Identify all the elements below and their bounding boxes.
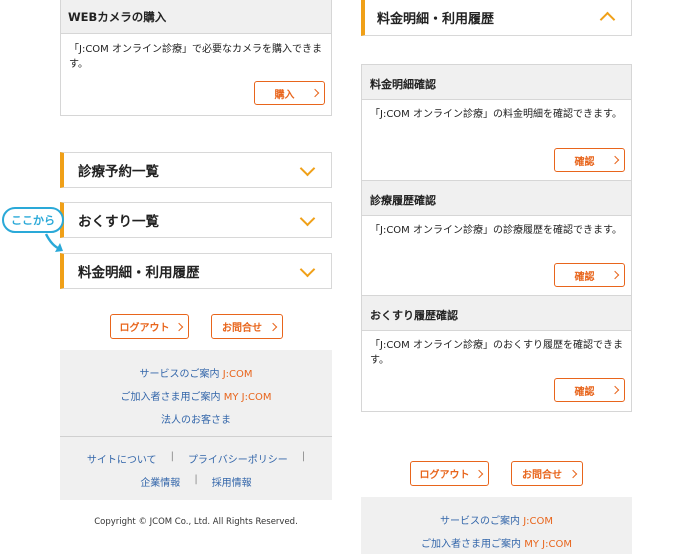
- accordion-appointment-list[interactable]: 診療予約一覧: [60, 152, 332, 188]
- contact-button[interactable]: お問合せ: [211, 314, 283, 339]
- section-title: 料金明細確認: [362, 64, 631, 100]
- footer-link-recruit[interactable]: 採用情報: [212, 474, 252, 489]
- footer-link-company[interactable]: 企業情報: [140, 474, 180, 489]
- chevron-up-icon: [599, 11, 616, 28]
- footer-link-privacy[interactable]: プライバシーポリシー: [188, 451, 288, 466]
- site-footer: サービスのご案内 J:COM ご加入者さま用ご案内 MY J:COM: [361, 497, 632, 554]
- footer-link-corporate[interactable]: 法人のお客さま: [60, 411, 332, 426]
- callout-arrow-icon: [44, 233, 63, 252]
- chevron-right-icon: [310, 88, 320, 98]
- footer-row-policies: サイトについて | プライバシーポリシー |: [86, 451, 306, 466]
- confirm-consultation-button[interactable]: 確認: [554, 263, 625, 287]
- section-text: 「J:COM オンライン診療」のおくすり履歴を確認できます。: [370, 340, 623, 366]
- chevron-down-icon: [299, 261, 316, 278]
- footer-link-service[interactable]: サービスのご案内 J:COM: [361, 512, 632, 527]
- footer-divider: [60, 436, 332, 437]
- left-screen: WEBカメラの購入 「J:COM オンライン診療」で必要なカメラを購入できます。…: [60, 0, 332, 554]
- billing-history-header[interactable]: 料金明細・利用履歴: [361, 0, 632, 36]
- webcam-card-title: WEBカメラの購入: [61, 0, 331, 34]
- footer-link-member[interactable]: ご加入者さま用ご案内 MY J:COM: [60, 388, 332, 403]
- site-footer: サービスのご案内 J:COM ご加入者さま用ご案内 MY J:COM 法人のお客…: [60, 350, 332, 500]
- consultation-history-section: 診療履歴確認 「J:COM オンライン診療」の診療履歴を確認できます。 確認: [361, 180, 632, 296]
- confirm-billing-button[interactable]: 確認: [554, 148, 625, 172]
- logout-button[interactable]: ログアウト: [110, 314, 189, 339]
- section-text: 「J:COM オンライン診療」の診療履歴を確認できます。: [370, 225, 622, 236]
- chevron-right-icon: [610, 385, 620, 395]
- webcam-purchase-card: WEBカメラの購入 「J:COM オンライン診療」で必要なカメラを購入できます。…: [60, 0, 332, 116]
- medicine-history-section: おくすり履歴確認 「J:COM オンライン診療」のおくすり履歴を確認できます。 …: [361, 295, 632, 412]
- purchase-button[interactable]: 購入: [254, 81, 325, 105]
- footer-row-company: 企業情報 | 採用情報: [140, 474, 252, 489]
- chevron-down-icon: [299, 160, 316, 177]
- chevron-right-icon: [268, 322, 278, 331]
- right-screen: 料金明細・利用履歴 料金明細確認 「J:COM オンライン診療」の料金明細を確認…: [361, 0, 632, 554]
- billing-statement-section: 料金明細確認 「J:COM オンライン診療」の料金明細を確認できます。 確認: [361, 64, 632, 181]
- chevron-right-icon: [474, 469, 484, 478]
- chevron-right-icon: [568, 469, 578, 478]
- accordion-billing-history[interactable]: 料金明細・利用履歴: [60, 253, 332, 289]
- contact-button[interactable]: お問合せ: [511, 461, 583, 486]
- section-title: 診療履歴確認: [362, 180, 631, 216]
- chevron-right-icon: [174, 322, 184, 331]
- footer-link-about[interactable]: サイトについて: [87, 451, 157, 466]
- accordion-medicine-list[interactable]: おくすり一覧: [60, 202, 332, 238]
- section-text: 「J:COM オンライン診療」の料金明細を確認できます。: [370, 109, 622, 120]
- section-title: おくすり履歴確認: [362, 295, 631, 331]
- chevron-right-icon: [610, 155, 620, 165]
- chevron-right-icon: [610, 270, 620, 280]
- footer-link-member[interactable]: ご加入者さま用ご案内 MY J:COM: [361, 535, 632, 550]
- copyright-text: Copyright © JCOM Co., Ltd. All Rights Re…: [94, 517, 298, 527]
- confirm-medicine-button[interactable]: 確認: [554, 378, 625, 402]
- callout-start-here: ここから: [2, 207, 64, 233]
- chevron-down-icon: [299, 210, 316, 227]
- footer-link-service[interactable]: サービスのご案内 J:COM: [60, 365, 332, 380]
- logout-button[interactable]: ログアウト: [410, 461, 489, 486]
- webcam-card-text: 「J:COM オンライン診療」で必要なカメラを購入できます。: [69, 44, 322, 70]
